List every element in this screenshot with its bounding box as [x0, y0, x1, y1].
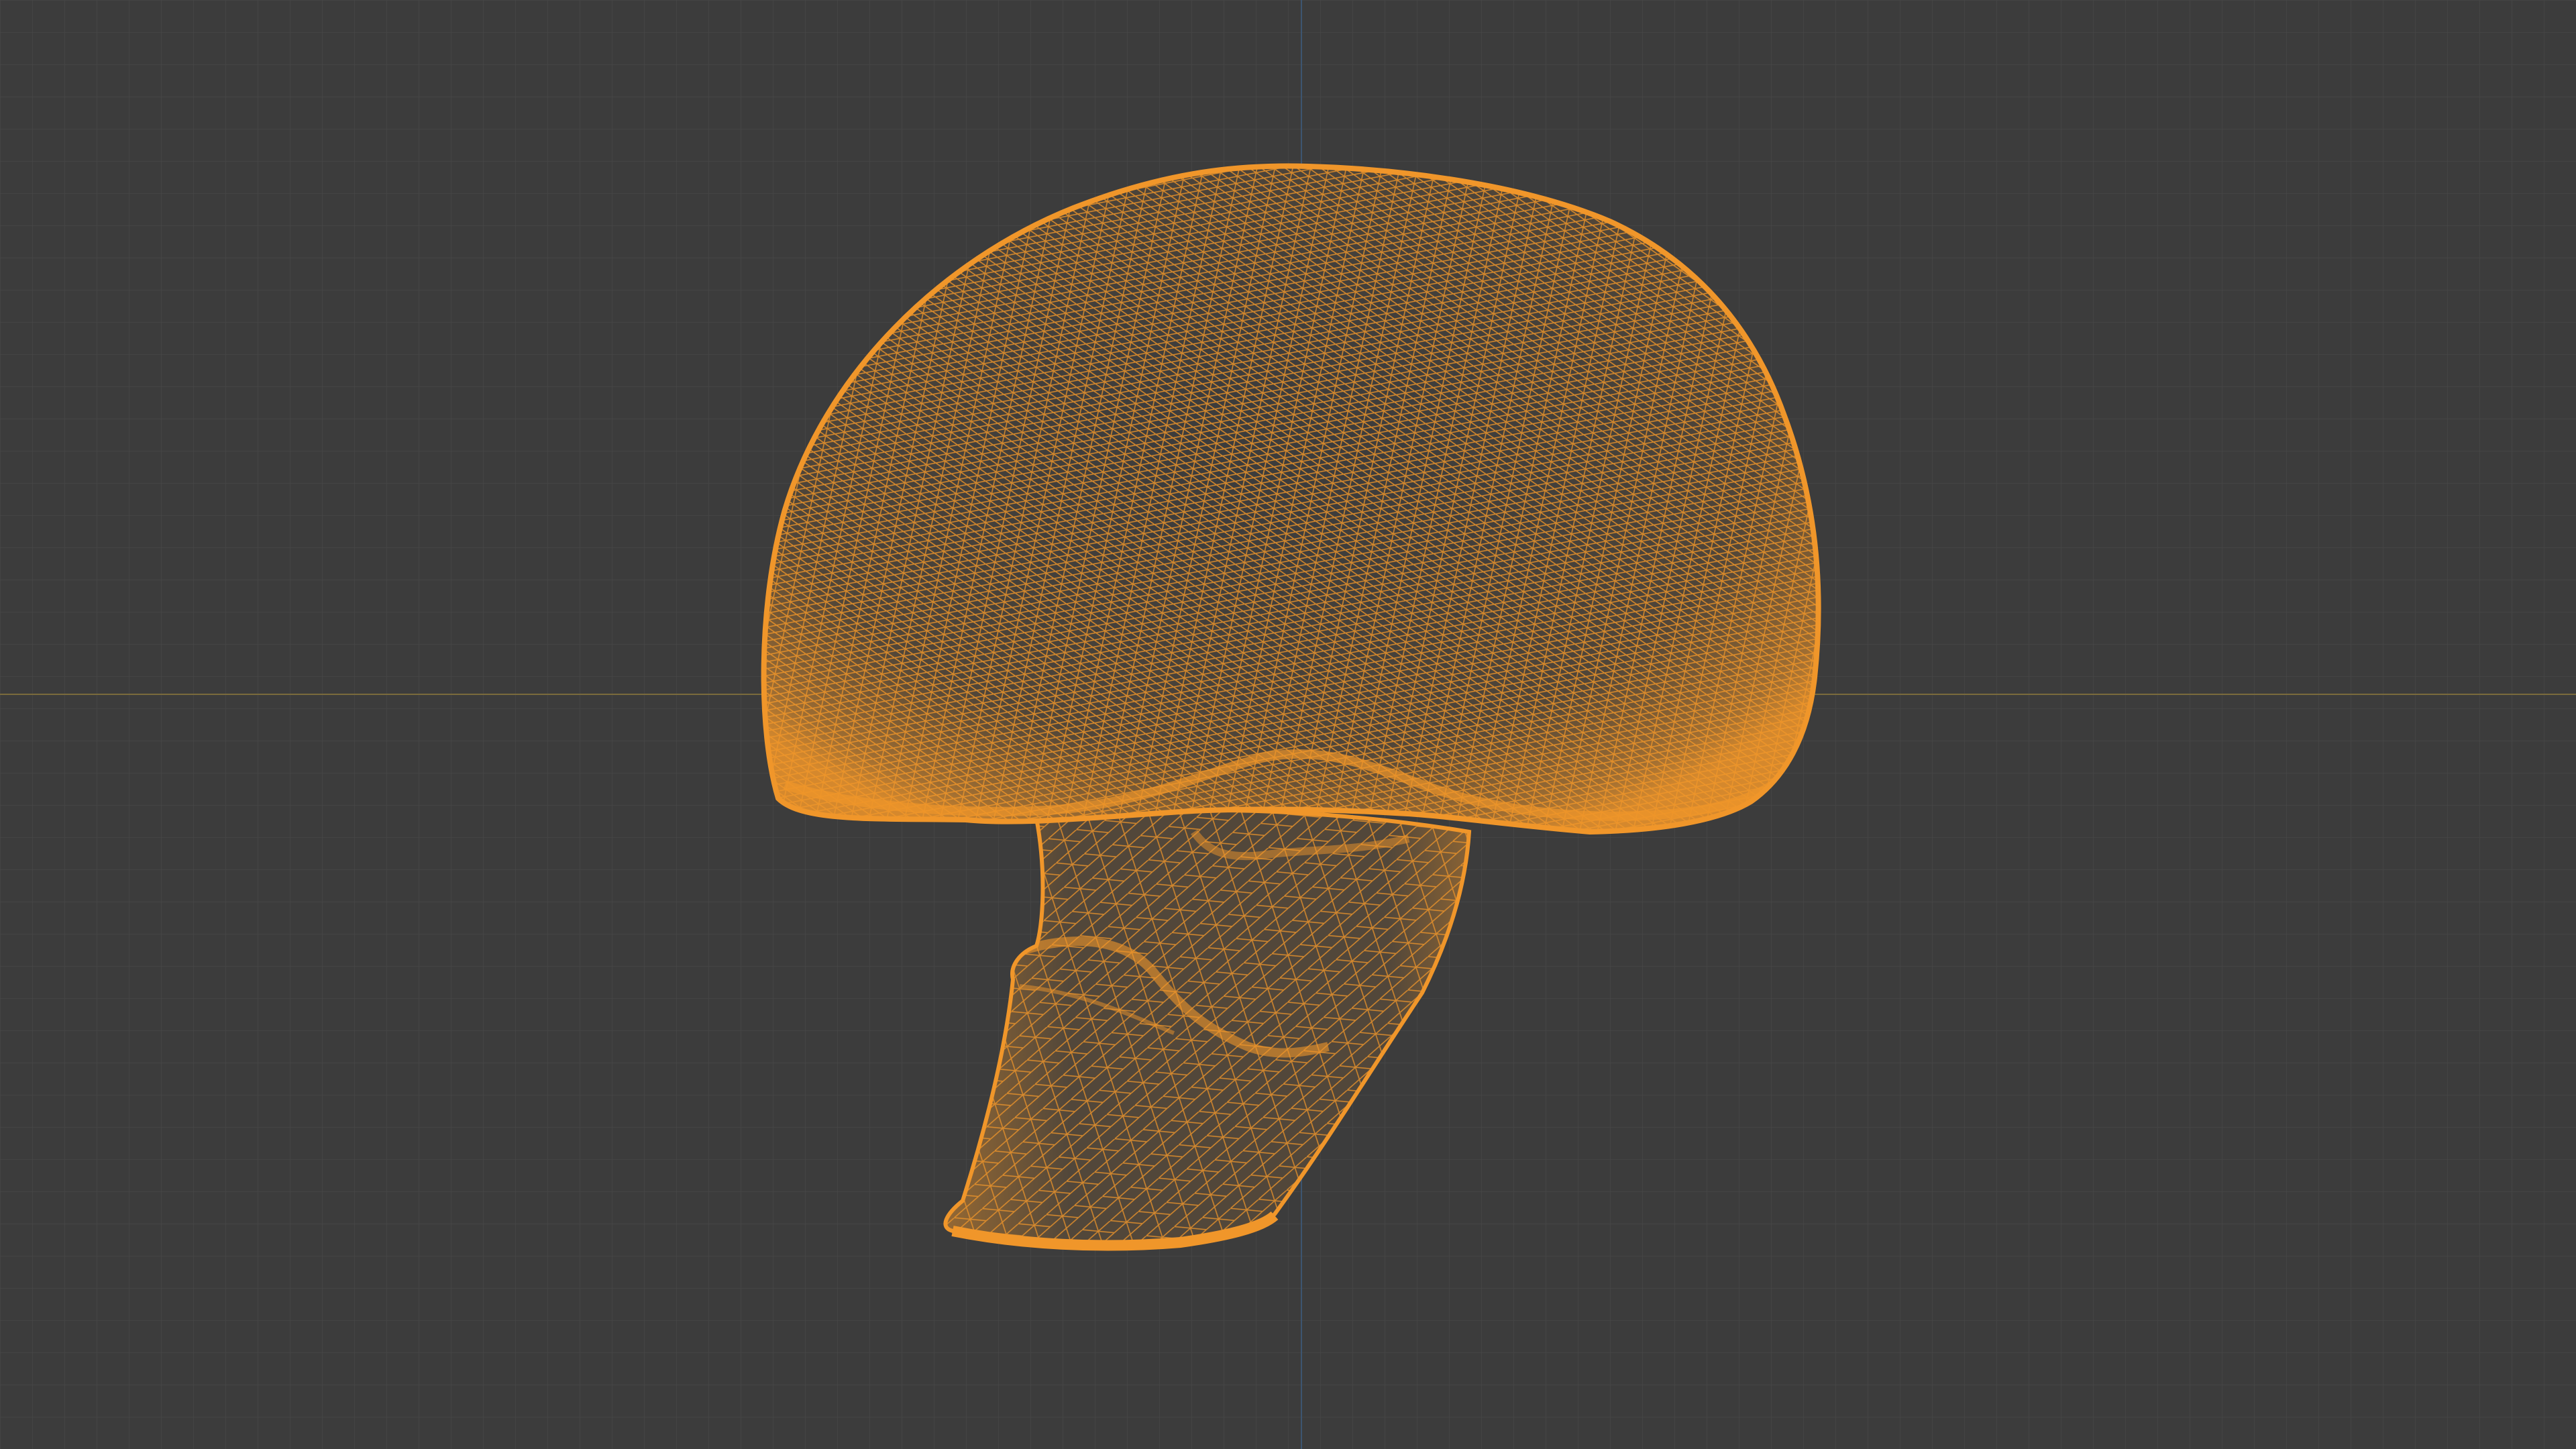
3d-viewport[interactable]	[0, 0, 2576, 1449]
viewport-canvas[interactable]	[0, 0, 2576, 1449]
